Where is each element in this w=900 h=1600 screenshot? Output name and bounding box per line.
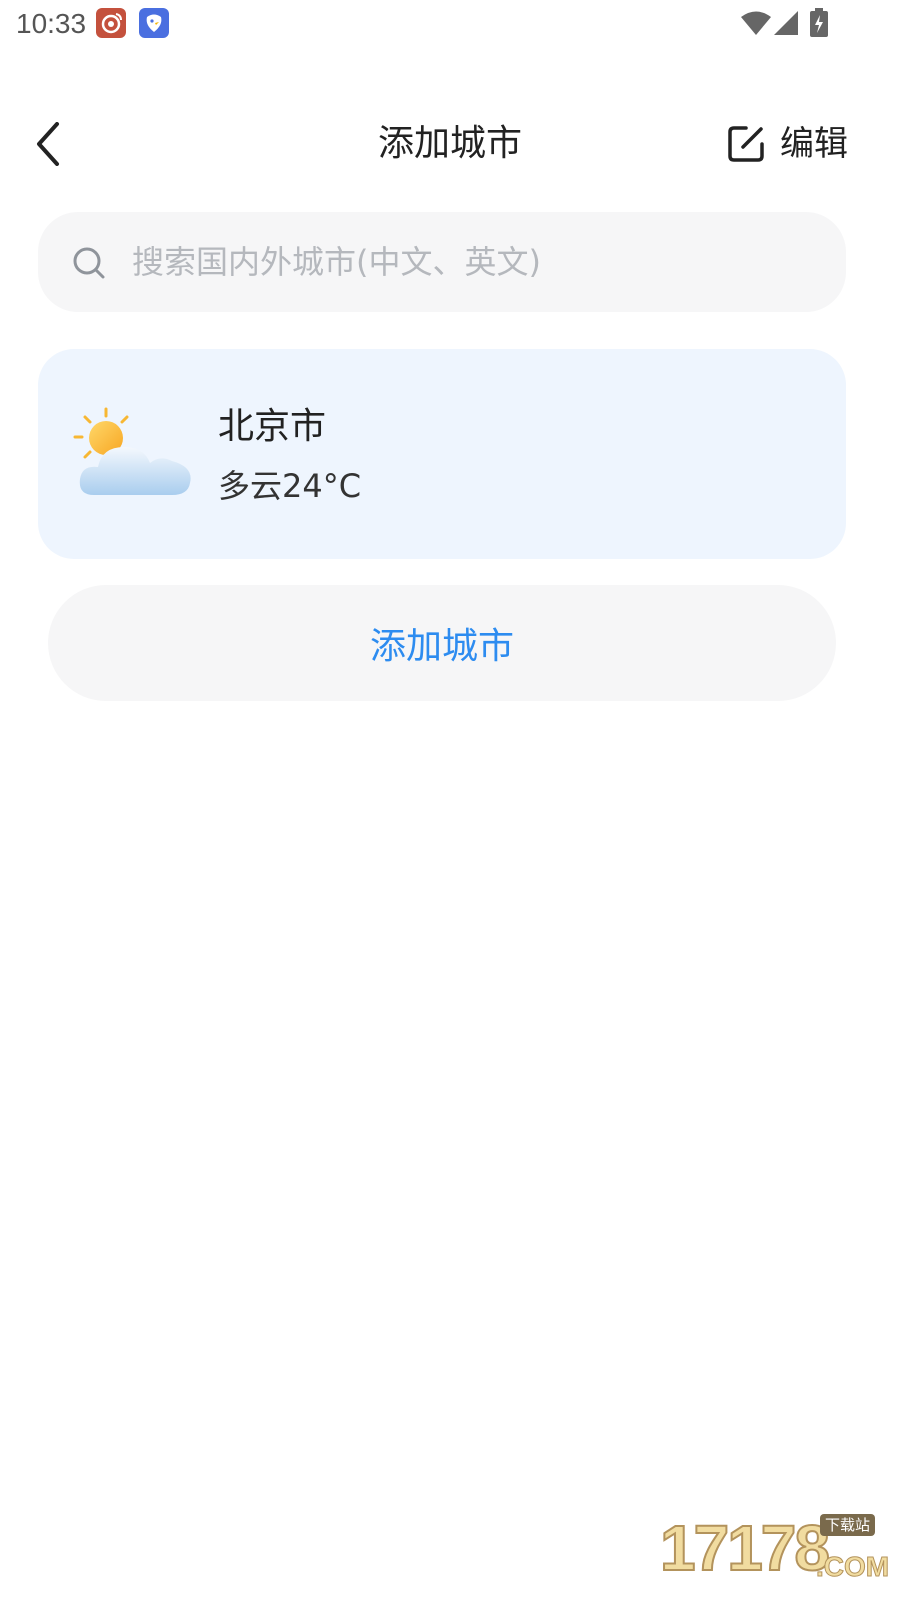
bird-app-icon <box>139 8 169 38</box>
weather-condition: 多云 <box>218 467 283 505</box>
watermark-tag: 下载站 <box>820 1514 876 1536</box>
city-card[interactable]: 北京市 多云24°C <box>38 349 846 559</box>
partly-cloudy-icon <box>72 407 196 503</box>
edit-label: 编辑 <box>780 124 848 164</box>
status-time: 10:33 <box>16 8 87 39</box>
search-input[interactable] <box>132 234 812 290</box>
edit-square-icon <box>726 124 766 164</box>
edit-button[interactable]: 编辑 <box>726 120 848 168</box>
weather-temperature: 24°C <box>282 467 362 505</box>
wifi-icon <box>740 10 772 40</box>
watermark-digits: 17178 <box>659 1511 831 1585</box>
watermark-suffix: .COM <box>815 1551 890 1583</box>
weibo-icon <box>96 8 126 38</box>
cell-signal-icon <box>773 10 799 40</box>
header: 添加城市 编辑 <box>0 96 900 192</box>
watermark-logo: 17178 下载站 .COM <box>659 1506 890 1590</box>
weather-summary: 多云24°C <box>218 465 361 507</box>
add-city-button[interactable]: 添加城市 <box>48 585 836 701</box>
status-bar: 10:33 <box>0 0 900 48</box>
search-icon <box>72 246 106 284</box>
city-name: 北京市 <box>218 406 327 447</box>
battery-charging-icon <box>809 8 829 42</box>
search-box[interactable] <box>38 212 846 312</box>
